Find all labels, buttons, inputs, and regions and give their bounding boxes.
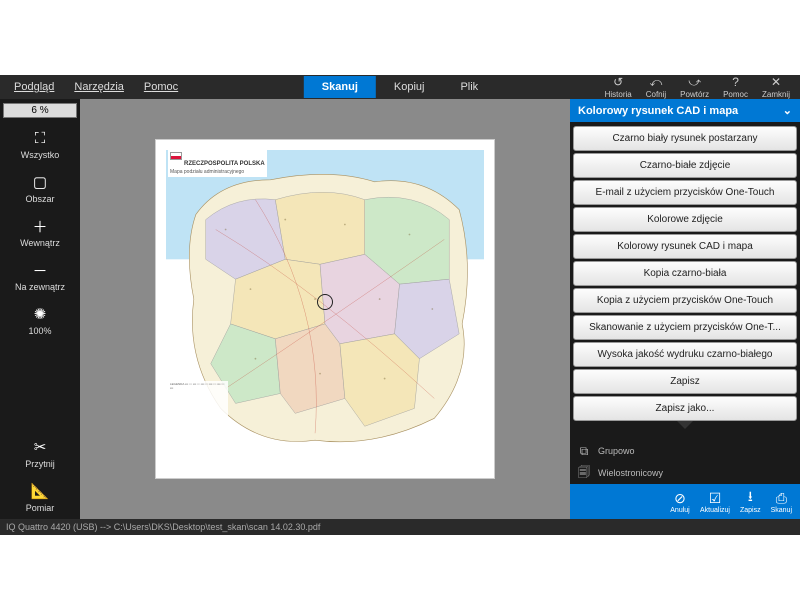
plus-icon: ＋: [29, 216, 51, 236]
preset-item[interactable]: Kolorowe zdjęcie: [573, 207, 797, 232]
check-icon: ☑: [705, 489, 725, 507]
ruler-icon: 📐: [29, 481, 51, 501]
preset-header-label: Kolorowy rysunek CAD i mapa: [578, 105, 738, 117]
option-group-label: Grupowo: [598, 446, 635, 456]
history-button[interactable]: ↺Historia: [599, 75, 638, 99]
preset-item[interactable]: Kolorowy rysunek CAD i mapa: [573, 234, 797, 259]
preset-dropdown[interactable]: Kolorowy rysunek CAD i mapa ⌄: [570, 99, 800, 122]
pages-icon: 🗐: [576, 466, 592, 480]
scan-label: Skanuj: [771, 507, 792, 514]
tool-100-label: 100%: [28, 326, 51, 336]
cancel-icon: ⊘: [670, 489, 690, 507]
option-multipage[interactable]: 🗐 Wielostronicowy: [570, 462, 800, 484]
tool-inside[interactable]: ＋ Wewnątrz: [0, 210, 80, 254]
group-icon: ⧉: [576, 444, 592, 458]
tool-crop-label: Przytnij: [25, 459, 55, 469]
tool-outside[interactable]: － Na zewnątrz: [0, 254, 80, 298]
preset-panel: Kolorowy rysunek CAD i mapa ⌄ Czarno bia…: [570, 99, 800, 519]
marquee-icon: ▢: [29, 172, 51, 192]
tool-crop[interactable]: ✂ Przytnij: [0, 431, 80, 475]
download-icon: ⭳: [740, 489, 760, 507]
preset-expand-toggle[interactable]: [572, 423, 798, 433]
option-multipage-label: Wielostronicowy: [598, 468, 663, 478]
help-label: Pomoc: [723, 90, 748, 99]
file-button[interactable]: Plik: [442, 76, 496, 98]
preset-item[interactable]: Wysoka jakość wydruku czarno-białego: [573, 342, 797, 367]
preset-item[interactable]: E-mail z użyciem przycisków One-Touch: [573, 180, 797, 205]
document-title-block: RZECZPOSPOLITA POLSKA Mapa podziału admi…: [168, 150, 267, 177]
cancel-button[interactable]: ⊘Anuluj: [666, 488, 694, 515]
menu-help-label: Pomoc: [144, 81, 178, 93]
copy-button[interactable]: Kopiuj: [376, 76, 443, 98]
tool-area-label: Obszar: [25, 194, 54, 204]
map-legend: LEGENDA ▪▪▪ ▫▫▫ ▪▪▪ ▫▫▫ ▪▪▪ ▫▫▫ ▪▪▪ ▫▫▫ …: [168, 381, 228, 466]
update-button[interactable]: ☑Aktualizuj: [696, 488, 734, 515]
preset-item[interactable]: Czarno-białe zdjęcie: [573, 153, 797, 178]
document-subtitle: Mapa podziału administracyjnego: [170, 170, 265, 175]
menu-tools-label: Narzędzia: [74, 81, 124, 93]
target-icon: ✺: [29, 304, 51, 324]
menu-help[interactable]: Pomoc: [134, 77, 188, 97]
preset-list: Czarno biały rysunek postarzany Czarno-b…: [570, 122, 800, 440]
scan-icon: ⎙: [771, 489, 791, 507]
expand-icon: ⛶: [29, 128, 51, 148]
help-icon: ?: [728, 75, 744, 89]
help-button[interactable]: ?Pomoc: [717, 75, 754, 99]
flag-icon: [170, 152, 182, 160]
redo-icon: ⤻: [687, 75, 703, 89]
scan-action-button[interactable]: ⎙Skanuj: [767, 488, 796, 515]
undo-icon: ⤺: [648, 75, 664, 89]
crop-icon: ✂: [29, 437, 51, 457]
save-label: Zapisz: [740, 507, 761, 514]
selection-marker: [317, 294, 333, 310]
preset-item[interactable]: Skanowanie z użyciem przycisków One-T...: [573, 315, 797, 340]
undo-button[interactable]: ⤺Cofnij: [640, 75, 672, 99]
status-bar: IQ Quattro 4420 (USB) --> C:\Users\DKS\D…: [0, 519, 800, 535]
tool-measure[interactable]: 📐 Pomiar: [0, 475, 80, 519]
preset-item[interactable]: Czarno biały rysunek postarzany: [573, 126, 797, 151]
menu-tools[interactable]: Narzędzia: [64, 77, 134, 97]
undo-label: Cofnij: [646, 90, 666, 99]
preset-item[interactable]: Kopia z użyciem przycisków One-Touch: [573, 288, 797, 313]
action-bar: ⊘Anuluj ☑Aktualizuj ⭳Zapisz ⎙Skanuj: [570, 484, 800, 519]
history-label: Historia: [605, 90, 632, 99]
tool-all-label: Wszystko: [21, 150, 60, 160]
update-label: Aktualizuj: [700, 507, 730, 514]
preset-item[interactable]: Kopia czarno-biała: [573, 261, 797, 286]
preview-canvas[interactable]: RZECZPOSPOLITA POLSKA Mapa podziału admi…: [80, 99, 570, 519]
tool-outside-label: Na zewnątrz: [15, 282, 65, 292]
preset-item[interactable]: Zapisz: [573, 369, 797, 394]
menu-preview[interactable]: Podgląd: [4, 77, 64, 97]
preset-item[interactable]: Zapisz jako...: [573, 396, 797, 421]
tool-zoom-100[interactable]: ✺ 100%: [0, 298, 80, 342]
chevron-down-icon: ⌄: [783, 104, 792, 117]
redo-label: Powtórz: [680, 90, 709, 99]
close-button[interactable]: ✕Zamknij: [756, 75, 796, 99]
close-label: Zamknij: [762, 90, 790, 99]
option-group[interactable]: ⧉ Grupowo: [570, 440, 800, 462]
zoom-indicator[interactable]: 6 %: [3, 103, 77, 118]
history-icon: ↺: [610, 75, 626, 89]
redo-button[interactable]: ⤻Powtórz: [674, 75, 715, 99]
tool-inside-label: Wewnątrz: [20, 238, 60, 248]
tool-select-all[interactable]: ⛶ Wszystko: [0, 122, 80, 166]
scanned-document: RZECZPOSPOLITA POLSKA Mapa podziału admi…: [155, 139, 495, 479]
toolbar-left: 6 % ⛶ Wszystko ▢ Obszar ＋ Wewnątrz － Na zewn…: [0, 99, 80, 519]
tool-area[interactable]: ▢ Obszar: [0, 166, 80, 210]
close-icon: ✕: [768, 75, 784, 89]
document-title: RZECZPOSPOLITA POLSKA: [184, 161, 265, 167]
minus-icon: －: [29, 260, 51, 280]
cancel-label: Anuluj: [670, 507, 689, 514]
scan-button[interactable]: Skanuj: [304, 76, 376, 98]
save-button[interactable]: ⭳Zapisz: [736, 488, 765, 515]
menu-preview-label: Podgląd: [14, 81, 54, 93]
tool-measure-label: Pomiar: [26, 503, 55, 513]
